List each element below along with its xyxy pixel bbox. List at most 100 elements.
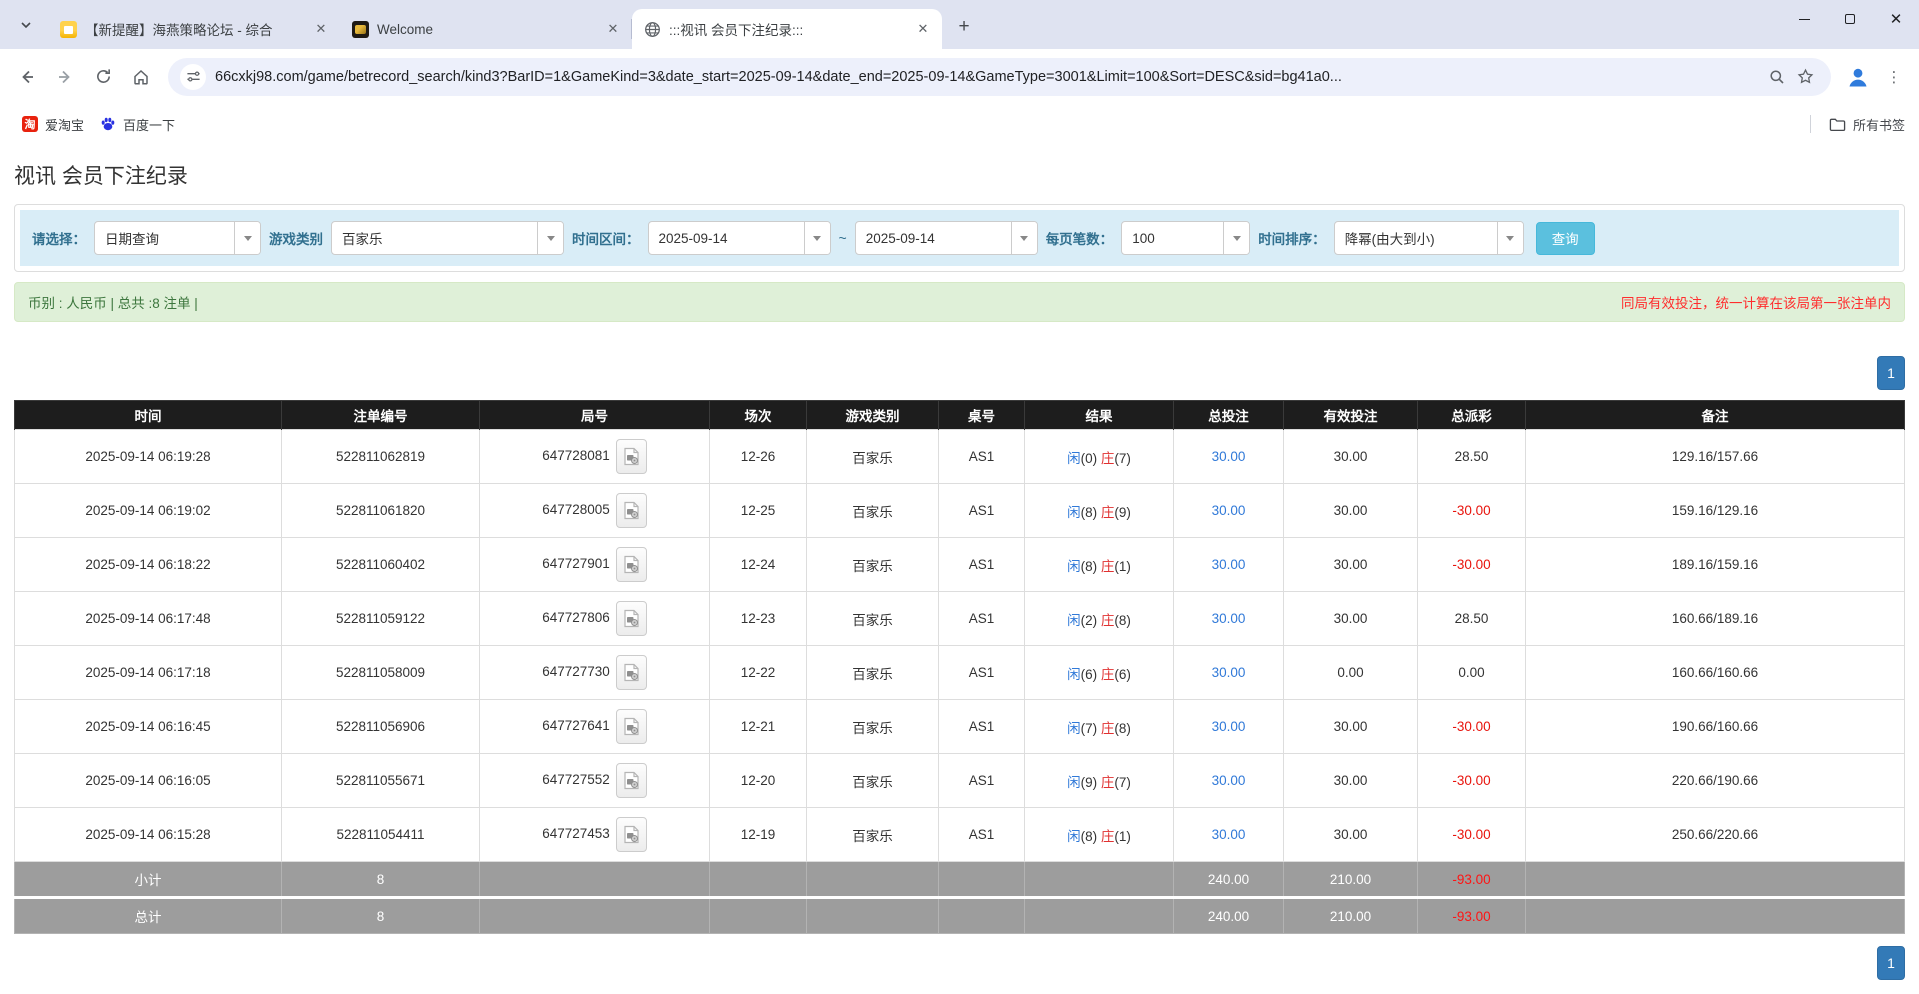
- all-bookmarks-button[interactable]: 所有书签: [1829, 115, 1905, 134]
- total-bet-link[interactable]: 30.00: [1212, 773, 1246, 788]
- video-replay-button[interactable]: [616, 763, 647, 798]
- round-number: 647727641: [542, 718, 610, 733]
- zoom-icon[interactable]: [1763, 63, 1791, 91]
- total-bet-link[interactable]: 30.00: [1212, 503, 1246, 518]
- chevron-down-icon[interactable]: [1497, 222, 1523, 254]
- total-bet-link[interactable]: 30.00: [1212, 719, 1246, 734]
- video-replay-button[interactable]: [616, 709, 647, 744]
- back-button[interactable]: [10, 60, 44, 94]
- total-bet-link[interactable]: 30.00: [1212, 665, 1246, 680]
- subtotal-label: 小计: [15, 862, 282, 898]
- cell-time: 2025-09-14 06:18:22: [15, 538, 282, 592]
- video-replay-button[interactable]: [616, 601, 647, 636]
- video-replay-button[interactable]: [616, 439, 647, 474]
- col-table-no: 桌号: [939, 401, 1025, 430]
- query-type-select[interactable]: 日期查询: [94, 221, 261, 255]
- page-content: 视讯 会员下注纪录 请选择： 日期查询 游戏类别 百家乐 时间区间： 2025-…: [0, 144, 1919, 980]
- time-sort-select[interactable]: 降幂(由大到小): [1334, 221, 1524, 255]
- video-replay-button[interactable]: [616, 547, 647, 582]
- banker-points: (7): [1114, 775, 1131, 790]
- url-text[interactable]: 66cxkj98.com/game/betrecord_search/kind3…: [215, 69, 1763, 85]
- total-bet-link[interactable]: 30.00: [1212, 557, 1246, 572]
- total-valid-bet: 210.00: [1284, 898, 1418, 934]
- address-bar[interactable]: 66cxkj98.com/game/betrecord_search/kind3…: [168, 58, 1831, 96]
- chevron-down-icon[interactable]: [1223, 222, 1249, 254]
- cell-bet-id: 522811056906: [282, 700, 480, 754]
- maximize-button[interactable]: [1827, 0, 1873, 38]
- browser-menu-icon[interactable]: ⋮: [1879, 62, 1909, 92]
- tab-close-icon[interactable]: ✕: [604, 20, 622, 38]
- bookmarks-bar: 淘 爱淘宝 百度一下 所有书签: [0, 104, 1919, 144]
- table-row: 2025-09-14 06:17:18 522811058009 6477277…: [15, 646, 1905, 700]
- bookmark-taobao[interactable]: 淘 爱淘宝: [14, 111, 92, 138]
- cell-payout: 28.50: [1418, 592, 1526, 646]
- page-size-select[interactable]: 100: [1121, 221, 1250, 255]
- cell-payout: -30.00: [1418, 808, 1526, 862]
- video-replay-button[interactable]: [616, 493, 647, 528]
- chevron-down-icon[interactable]: [537, 222, 563, 254]
- date-start-select[interactable]: 2025-09-14: [648, 221, 831, 255]
- site-settings-icon[interactable]: [180, 64, 206, 90]
- video-replay-button[interactable]: [616, 655, 647, 690]
- cell-total-bet: 30.00: [1174, 646, 1284, 700]
- bookmark-label: 百度一下: [123, 115, 175, 134]
- total-row: 总计 8 240.00 210.00 -93.00: [15, 898, 1905, 934]
- cell-payout: 28.50: [1418, 430, 1526, 484]
- chevron-down-icon[interactable]: [234, 222, 260, 254]
- chevron-down-icon[interactable]: [804, 222, 830, 254]
- cell-total-bet: 30.00: [1174, 754, 1284, 808]
- tab-welcome[interactable]: Welcome ✕: [340, 9, 632, 49]
- player-result: 闲: [1067, 613, 1081, 628]
- bookmark-star-icon[interactable]: [1791, 63, 1819, 91]
- tab-forum[interactable]: 【新提醒】海燕策略论坛 - 综合 ✕: [48, 9, 340, 49]
- cell-table-no: AS1: [939, 430, 1025, 484]
- player-result: 闲: [1067, 505, 1081, 520]
- minimize-button[interactable]: [1781, 0, 1827, 38]
- reload-button[interactable]: [86, 60, 120, 94]
- cell-game-kind: 百家乐: [807, 808, 939, 862]
- payout-value: -30.00: [1452, 773, 1490, 788]
- payout-value: -30.00: [1452, 503, 1490, 518]
- tab-bet-records-active[interactable]: :::视讯 会员下注纪录::: ✕: [632, 9, 942, 49]
- banker-result: 庄: [1101, 559, 1115, 574]
- round-number: 647727806: [542, 610, 610, 625]
- cell-result: 闲(8) 庄(1): [1025, 538, 1174, 592]
- banker-points: (8): [1114, 721, 1131, 736]
- total-bet-link[interactable]: 30.00: [1212, 827, 1246, 842]
- home-button[interactable]: [124, 60, 158, 94]
- subtotal-total-bet: 240.00: [1174, 862, 1284, 898]
- tab-search-chevron-icon[interactable]: [12, 11, 40, 39]
- col-game-kind: 游戏类别: [807, 401, 939, 430]
- search-button[interactable]: 查询: [1536, 222, 1595, 255]
- close-icon: ✕: [1890, 12, 1903, 27]
- welcome-favicon-icon: [352, 21, 369, 38]
- total-bet-link[interactable]: 30.00: [1212, 449, 1246, 464]
- total-payout: -93.00: [1452, 909, 1490, 924]
- payout-value: 28.50: [1455, 611, 1489, 626]
- cell-table-no: AS1: [939, 646, 1025, 700]
- video-replay-button[interactable]: [616, 817, 647, 852]
- tab-close-icon[interactable]: ✕: [312, 20, 330, 38]
- query-type-label: 请选择：: [32, 228, 86, 248]
- date-range-label: 时间区间：: [572, 228, 640, 248]
- player-points: (2): [1081, 613, 1098, 628]
- chevron-down-icon[interactable]: [1011, 222, 1037, 254]
- page-1-button[interactable]: 1: [1877, 946, 1905, 980]
- date-end-select[interactable]: 2025-09-14: [855, 221, 1038, 255]
- bookmark-baidu[interactable]: 百度一下: [92, 111, 183, 138]
- cell-game-kind: 百家乐: [807, 538, 939, 592]
- cell-bet-id: 522811059122: [282, 592, 480, 646]
- player-points: (8): [1081, 829, 1098, 844]
- close-button[interactable]: ✕: [1873, 0, 1919, 38]
- tab-close-icon[interactable]: ✕: [914, 20, 932, 38]
- cell-game-kind: 百家乐: [807, 646, 939, 700]
- total-bet-link[interactable]: 30.00: [1212, 611, 1246, 626]
- new-tab-button[interactable]: +: [950, 13, 978, 41]
- cell-note: 190.66/160.66: [1526, 700, 1905, 754]
- col-total-bet: 总投注: [1174, 401, 1284, 430]
- forward-button[interactable]: [48, 60, 82, 94]
- profile-avatar[interactable]: [1843, 62, 1873, 92]
- payout-value: -30.00: [1452, 557, 1490, 572]
- game-kind-select[interactable]: 百家乐: [331, 221, 564, 255]
- page-1-button[interactable]: 1: [1877, 356, 1905, 390]
